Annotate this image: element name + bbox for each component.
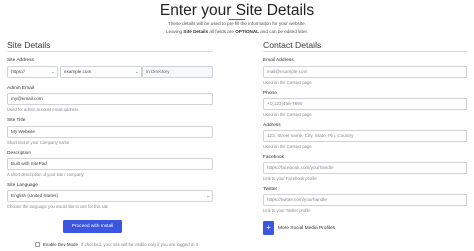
site-details-heading: Site Details: [7, 40, 51, 50]
address-placeholder: 123, Street name, City, State, Pin, Coun…: [267, 133, 354, 138]
facebook-input[interactable]: https://facebook.com/yourhandle: [263, 162, 467, 174]
phone-help: Used on the Contact page: [263, 112, 312, 117]
dev-mode-row: Enable Dev Mode If checked, your site wi…: [35, 240, 198, 248]
directory-input[interactable]: In Directory: [142, 66, 213, 78]
domain-value: example.com: [64, 69, 92, 74]
chevron-down-icon: ⌄: [135, 69, 139, 74]
chevron-down-icon: ⌄: [51, 69, 55, 74]
site-title-help: Short text in your Company name: [7, 140, 70, 145]
intro-optional-bold: OPTIONAL: [235, 28, 259, 34]
email-address-placeholder: mail@example.com: [267, 69, 308, 74]
facebook-help: Link to your Facebook profile: [263, 176, 317, 181]
site-title-input[interactable]: My Website: [7, 126, 213, 138]
address-help: Used on the Contact page: [263, 144, 312, 149]
contact-details-divider: [263, 51, 467, 52]
proceed-install-button[interactable]: Proceed with Install: [63, 220, 122, 233]
more-social-profiles-button[interactable]: + More Social Media Profiles: [263, 221, 335, 235]
twitter-label: Twitter: [263, 187, 278, 192]
email-address-label: Email Address: [263, 58, 294, 63]
phone-placeholder: +1(123)456-7890: [267, 101, 303, 106]
intro-site-details-bold: Site Details: [183, 28, 209, 34]
admin-email-help: Used for admin account email address: [7, 107, 79, 112]
dev-mode-checkbox[interactable]: [35, 241, 40, 247]
description-value: Built with SitePad: [11, 161, 47, 166]
intro-line-2-pre: Leaving: [166, 28, 184, 34]
intro-line-2: Leaving Site Details all fields are OPTI…: [0, 28, 474, 36]
twitter-help: Link to your Twitter profile: [263, 208, 311, 213]
dev-mode-hint: If checked, your site will be visible on…: [80, 241, 198, 247]
intro-text: These details will be used to pre fill t…: [0, 20, 474, 35]
more-social-profiles-label: More Social Media Profiles: [278, 225, 336, 231]
intro-line-2-post: and can be edited later.: [258, 28, 308, 34]
site-details-divider: [7, 51, 213, 52]
description-label: Description: [7, 151, 31, 156]
dev-mode-label: Enable Dev Mode: [43, 241, 78, 247]
phone-input[interactable]: +1(123)456-7890: [263, 98, 467, 110]
facebook-placeholder: https://facebook.com/yourhandle: [267, 165, 334, 170]
admin-email-label: Admin Email: [7, 86, 34, 91]
facebook-label: Facebook: [263, 155, 285, 160]
description-help: A short description of your site / compa…: [7, 172, 84, 177]
email-address-help: Used on the Contact page: [263, 80, 312, 85]
site-title-label: Site Title: [7, 118, 26, 123]
site-address-label: Site Address: [7, 58, 34, 63]
protocol-select[interactable]: https:// ⌄: [7, 66, 58, 78]
site-language-label: Site Language: [7, 183, 38, 188]
site-details-page: Enter your Site Details These details wi…: [0, 0, 474, 251]
site-language-help: Choose the language you would like to us…: [7, 204, 109, 209]
description-input[interactable]: Built with SitePad: [7, 158, 213, 170]
chevron-down-icon: ⌄: [206, 193, 210, 198]
page-title: Enter your Site Details: [159, 2, 315, 19]
site-language-select[interactable]: English (United States) ⌄: [7, 190, 213, 202]
intro-line-1: These details will be used to pre fill t…: [168, 21, 306, 26]
contact-details-heading: Contact Details: [263, 40, 322, 50]
twitter-input[interactable]: https://twitter.com/yourhandle: [263, 194, 467, 206]
directory-placeholder: In Directory: [146, 69, 170, 74]
admin-email-input[interactable]: my@email.com: [7, 93, 213, 105]
protocol-value: https://: [11, 69, 25, 74]
twitter-placeholder: https://twitter.com/yourhandle: [267, 197, 327, 202]
domain-select[interactable]: example.com ⌄: [60, 66, 142, 78]
email-address-input[interactable]: mail@example.com: [263, 66, 467, 78]
address-label: Address: [263, 123, 281, 128]
phone-label: Phone: [263, 91, 277, 96]
plus-icon[interactable]: +: [263, 221, 274, 235]
site-title-value: My Website: [11, 129, 35, 134]
admin-email-value: my@email.com: [11, 96, 43, 101]
site-language-value: English (United States): [11, 193, 58, 198]
intro-line-2-mid: all fields are: [208, 28, 236, 34]
address-input[interactable]: 123, Street name, City, State, Pin, Coun…: [263, 130, 467, 142]
